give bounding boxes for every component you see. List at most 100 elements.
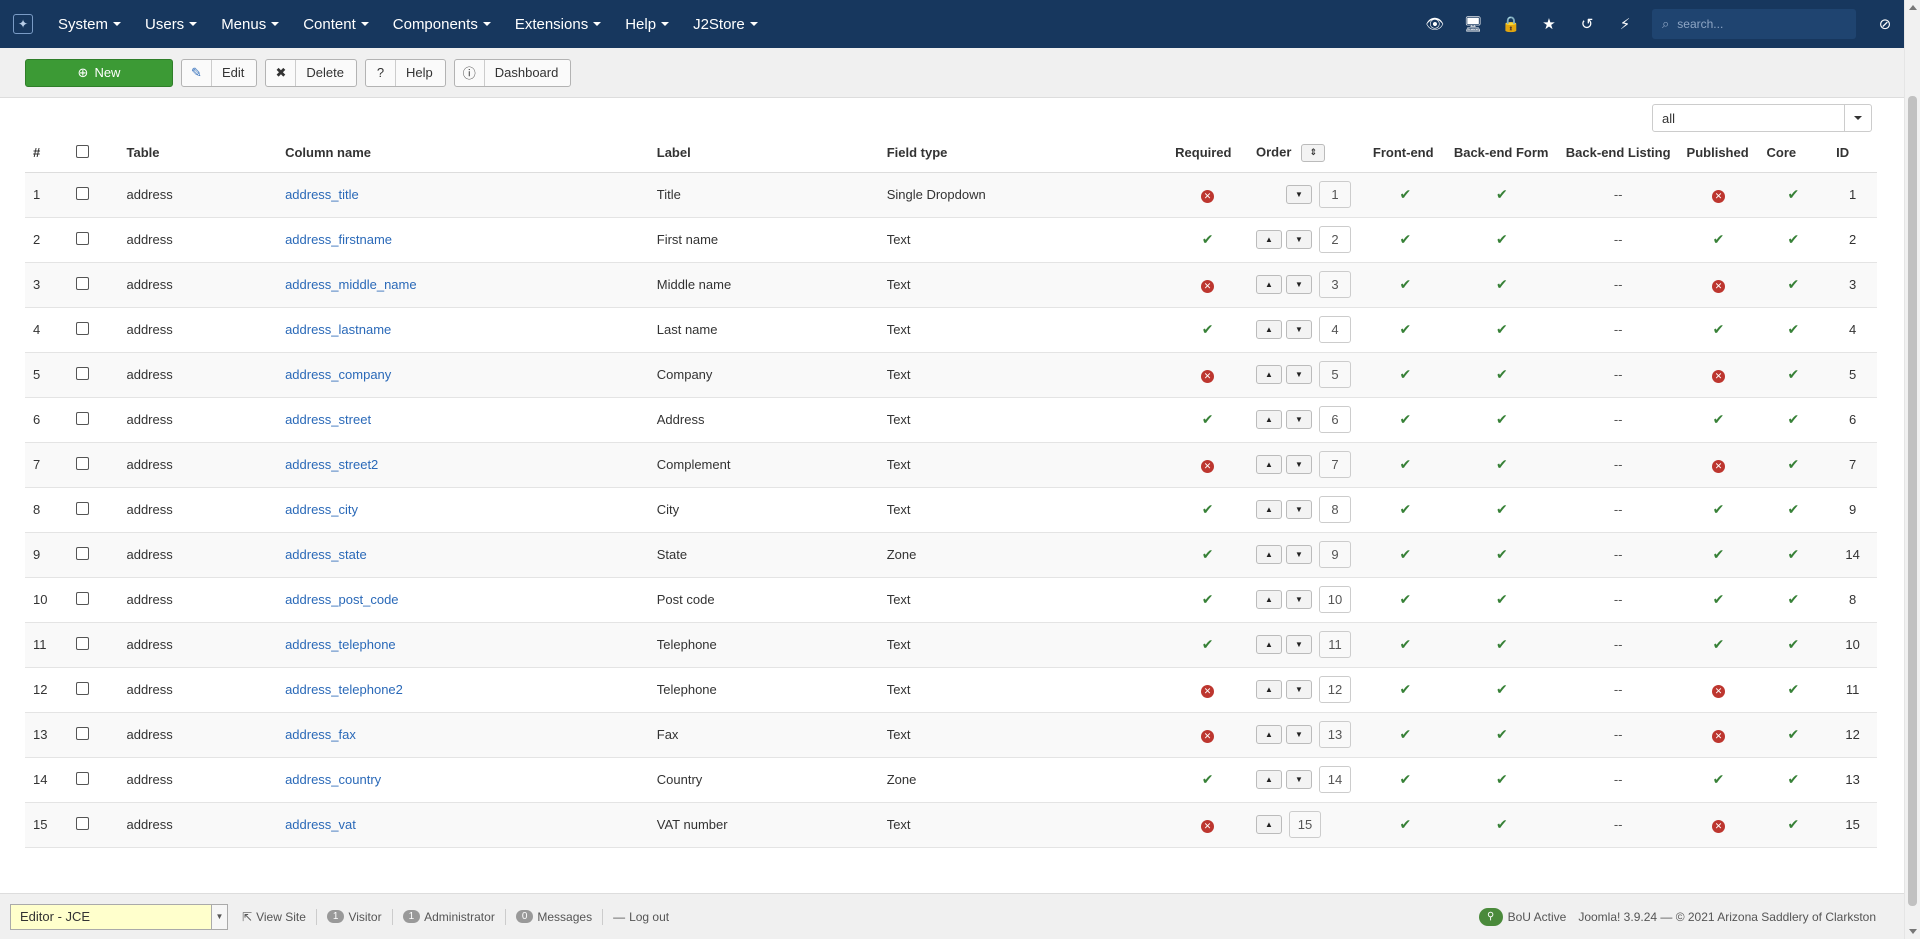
published-check-icon[interactable]: ✔ xyxy=(1713,591,1725,607)
backend-form-check-icon[interactable]: ✔ xyxy=(1496,546,1508,562)
dashboard-button[interactable]: ⓘ Dashboard xyxy=(453,58,572,87)
backend-form-check-icon[interactable]: ✔ xyxy=(1496,636,1508,652)
help-button[interactable]: ? Help xyxy=(364,58,446,87)
menu-menus[interactable]: Menus xyxy=(209,0,291,48)
required-cross-icon[interactable]: ✕ xyxy=(1201,279,1215,293)
published-cross-icon[interactable]: ✕ xyxy=(1712,189,1726,203)
scroll-thumb[interactable] xyxy=(1908,96,1917,906)
backend-form-check-icon[interactable]: ✔ xyxy=(1496,366,1508,382)
core-check-icon[interactable]: ✔ xyxy=(1787,321,1799,337)
move-up-button[interactable]: ▲ xyxy=(1256,590,1282,609)
eye-icon[interactable]: 👁 xyxy=(1416,0,1454,48)
required-check-icon[interactable]: ✔ xyxy=(1202,771,1214,787)
published-cross-icon[interactable]: ✕ xyxy=(1712,729,1726,743)
order-input[interactable]: 5 xyxy=(1319,361,1351,388)
published-check-icon[interactable]: ✔ xyxy=(1713,231,1725,247)
frontend-check-icon[interactable]: ✔ xyxy=(1400,186,1412,202)
move-down-button[interactable]: ▼ xyxy=(1286,365,1312,384)
required-check-icon[interactable]: ✔ xyxy=(1202,546,1214,562)
move-down-button[interactable]: ▼ xyxy=(1286,275,1312,294)
required-check-icon[interactable]: ✔ xyxy=(1202,411,1214,427)
move-up-button[interactable]: ▲ xyxy=(1256,320,1282,339)
row-checkbox[interactable] xyxy=(75,726,89,740)
column-name-link[interactable]: address_telephone xyxy=(285,637,396,652)
menu-j2store[interactable]: J2Store xyxy=(681,0,770,48)
frontend-check-icon[interactable]: ✔ xyxy=(1400,501,1412,517)
move-up-button[interactable]: ▲ xyxy=(1256,230,1282,249)
column-name-link[interactable]: address_title xyxy=(285,187,359,202)
move-up-button[interactable]: ▲ xyxy=(1256,455,1282,474)
move-down-button[interactable]: ▼ xyxy=(1286,230,1312,249)
required-cross-icon[interactable]: ✕ xyxy=(1201,819,1215,833)
scroll-up-icon[interactable] xyxy=(1909,5,1917,10)
column-name-link[interactable]: address_city xyxy=(285,502,358,517)
column-name-link[interactable]: address_post_code xyxy=(285,592,398,607)
menu-system[interactable]: System xyxy=(46,0,133,48)
backend-form-check-icon[interactable]: ✔ xyxy=(1496,771,1508,787)
move-up-button[interactable]: ▲ xyxy=(1256,770,1282,789)
move-up-button[interactable]: ▲ xyxy=(1256,545,1282,564)
frontend-check-icon[interactable]: ✔ xyxy=(1400,681,1412,697)
required-cross-icon[interactable]: ✕ xyxy=(1201,369,1215,383)
core-check-icon[interactable]: ✔ xyxy=(1787,366,1799,382)
page-scrollbar[interactable] xyxy=(1904,0,1920,939)
backend-form-check-icon[interactable]: ✔ xyxy=(1496,726,1508,742)
required-check-icon[interactable]: ✔ xyxy=(1202,501,1214,517)
editor-select[interactable]: Editor - JCE ▼ xyxy=(10,903,228,930)
backend-form-check-icon[interactable]: ✔ xyxy=(1496,501,1508,517)
view-site-link[interactable]: ⇱ View Site xyxy=(232,908,317,925)
move-down-button[interactable]: ▼ xyxy=(1286,635,1312,654)
core-check-icon[interactable]: ✔ xyxy=(1787,501,1799,517)
published-check-icon[interactable]: ✔ xyxy=(1713,771,1725,787)
core-check-icon[interactable]: ✔ xyxy=(1787,681,1799,697)
bolt-icon[interactable]: ⚡ xyxy=(1606,0,1644,48)
search-input[interactable] xyxy=(1675,16,1836,32)
order-input[interactable]: 3 xyxy=(1319,271,1351,298)
order-input[interactable]: 10 xyxy=(1319,586,1351,613)
core-check-icon[interactable]: ✔ xyxy=(1787,771,1799,787)
delete-button[interactable]: ✖ Delete xyxy=(265,58,357,87)
row-checkbox[interactable] xyxy=(75,591,89,605)
column-name-link[interactable]: address_firstname xyxy=(285,232,392,247)
row-checkbox[interactable] xyxy=(75,231,89,245)
row-checkbox[interactable] xyxy=(75,681,89,695)
frontend-check-icon[interactable]: ✔ xyxy=(1400,411,1412,427)
core-check-icon[interactable]: ✔ xyxy=(1787,816,1799,832)
backend-form-check-icon[interactable]: ✔ xyxy=(1496,591,1508,607)
move-down-button[interactable]: ▼ xyxy=(1286,680,1312,699)
required-cross-icon[interactable]: ✕ xyxy=(1201,684,1215,698)
joomla-user-icon[interactable]: ⊘ xyxy=(1866,0,1904,48)
administrators-link[interactable]: 1 Administrator xyxy=(393,908,506,925)
required-check-icon[interactable]: ✔ xyxy=(1202,591,1214,607)
order-input[interactable]: 2 xyxy=(1319,226,1351,253)
core-check-icon[interactable]: ✔ xyxy=(1787,276,1799,292)
move-down-button[interactable]: ▼ xyxy=(1286,320,1312,339)
scroll-down-icon[interactable] xyxy=(1909,929,1917,934)
monitor-icon[interactable]: 🖥 xyxy=(1454,0,1492,48)
order-input[interactable]: 6 xyxy=(1319,406,1351,433)
row-checkbox[interactable] xyxy=(75,276,89,290)
order-input[interactable]: 11 xyxy=(1319,631,1351,658)
menu-help[interactable]: Help xyxy=(613,0,681,48)
frontend-check-icon[interactable]: ✔ xyxy=(1400,231,1412,247)
row-checkbox[interactable] xyxy=(75,186,89,200)
required-check-icon[interactable]: ✔ xyxy=(1202,231,1214,247)
row-checkbox[interactable] xyxy=(75,321,89,335)
published-check-icon[interactable]: ✔ xyxy=(1713,636,1725,652)
row-checkbox[interactable] xyxy=(75,636,89,650)
row-checkbox[interactable] xyxy=(75,546,89,560)
menu-users[interactable]: Users xyxy=(133,0,209,48)
published-cross-icon[interactable]: ✕ xyxy=(1712,279,1726,293)
move-up-button[interactable]: ▲ xyxy=(1256,275,1282,294)
move-up-button[interactable]: ▲ xyxy=(1256,635,1282,654)
backend-form-check-icon[interactable]: ✔ xyxy=(1496,276,1508,292)
published-cross-icon[interactable]: ✕ xyxy=(1712,819,1726,833)
column-name-link[interactable]: address_street2 xyxy=(285,457,378,472)
required-check-icon[interactable]: ✔ xyxy=(1202,636,1214,652)
order-input[interactable]: 14 xyxy=(1319,766,1351,793)
logout-link[interactable]: — Log out xyxy=(603,909,679,925)
sort-order-button[interactable]: ⇕ xyxy=(1301,143,1326,162)
order-input[interactable]: 13 xyxy=(1319,721,1351,748)
frontend-check-icon[interactable]: ✔ xyxy=(1400,636,1412,652)
history-icon[interactable]: ↺ xyxy=(1568,0,1606,48)
